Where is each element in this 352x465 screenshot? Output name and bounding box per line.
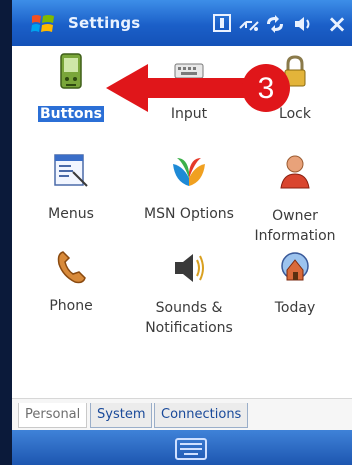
tab-personal[interactable]: Personal xyxy=(18,403,88,428)
volume-icon[interactable] xyxy=(292,14,314,34)
settings-item-label: Sounds & xyxy=(155,300,223,316)
settings-item-label: Owner xyxy=(272,208,318,224)
tab-system[interactable]: System xyxy=(90,403,153,428)
title-bar: Settings × xyxy=(12,0,352,46)
settings-item-sounds-notifications[interactable]: Sounds & Notifications xyxy=(134,248,244,340)
input-panel-icon[interactable] xyxy=(212,14,232,34)
settings-item-menus[interactable]: Menus xyxy=(16,148,126,238)
start-logo-icon[interactable] xyxy=(30,12,56,36)
settings-item-owner-information[interactable]: Owner Information xyxy=(240,148,350,258)
connectivity-icon[interactable] xyxy=(238,14,260,34)
settings-item-label-line2: Notifications xyxy=(145,320,233,336)
settings-item-label: Menus xyxy=(48,206,94,222)
keyboard-icon[interactable] xyxy=(175,438,207,460)
owner-icon xyxy=(280,155,310,189)
today-icon xyxy=(281,252,309,281)
page-title: Settings xyxy=(68,14,141,32)
sync-icon[interactable] xyxy=(264,14,286,34)
bottom-menu-bar xyxy=(12,430,352,465)
settings-item-today[interactable]: Today xyxy=(240,248,350,328)
speaker-icon xyxy=(175,254,204,282)
buttons-icon xyxy=(60,53,82,89)
tab-strip: Personal System Connections xyxy=(12,398,352,431)
settings-item-label: Phone xyxy=(49,298,93,314)
tab-connections[interactable]: Connections xyxy=(154,403,249,428)
phone-icon xyxy=(57,251,86,284)
settings-item-label: Today xyxy=(274,300,316,316)
annotation-arrow: 3 xyxy=(106,64,290,112)
annotation-step-number: 3 xyxy=(258,72,275,105)
settings-item-label: MSN Options xyxy=(144,206,234,222)
msn-butterfly-icon xyxy=(173,158,205,186)
close-icon[interactable]: × xyxy=(326,12,348,36)
menus-icon xyxy=(54,154,88,187)
settings-item-phone[interactable]: Phone xyxy=(16,248,126,328)
settings-item-label: Buttons xyxy=(38,106,104,122)
settings-item-label-line2: Information xyxy=(254,228,336,244)
settings-item-msn-options[interactable]: MSN Options xyxy=(126,148,252,238)
